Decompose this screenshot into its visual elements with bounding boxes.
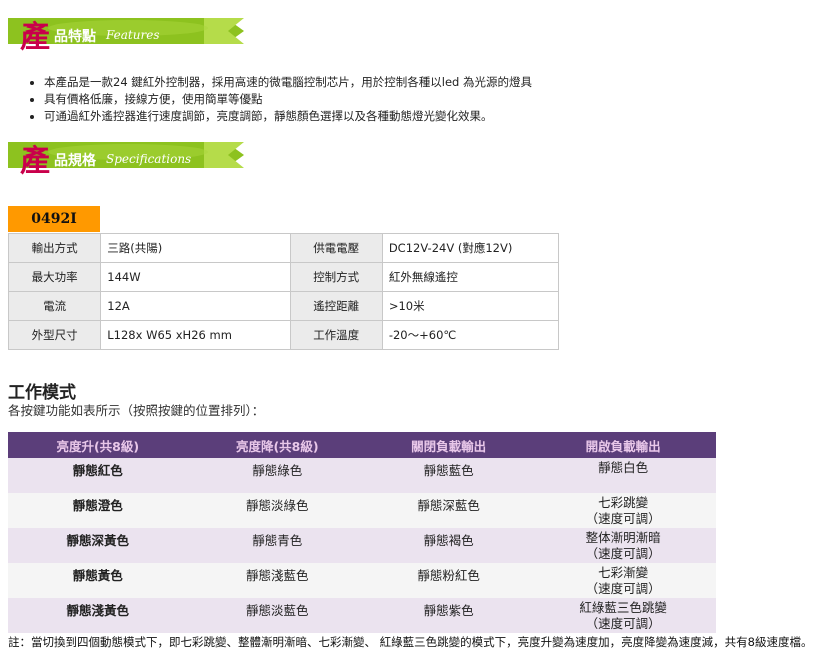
key-table-row: 靜態深黃色 靜態青色 靜態褐色 整体漸明漸暗 （速度可調） bbox=[8, 528, 716, 563]
banner-big-char: 產 bbox=[20, 144, 50, 179]
banner-subtitle-en: Specifications bbox=[106, 152, 192, 166]
spec-key: 輸出方式 bbox=[7, 233, 102, 263]
spec-row: 電流 12A 遙控距離 >10米 bbox=[7, 291, 560, 321]
key-cell-line: 七彩漸變 bbox=[598, 565, 649, 580]
spec-value: -20～+60℃ bbox=[381, 320, 560, 350]
key-cell-line: 整体漸明漸暗 bbox=[585, 530, 661, 545]
key-cell: 靜態深藍色 bbox=[367, 493, 531, 528]
key-cell: 靜態紅色 bbox=[8, 458, 188, 493]
spec-value: 三路(共陽) bbox=[100, 233, 291, 263]
key-cell: 靜態澄色 bbox=[8, 493, 188, 528]
banner-title: 品規格 bbox=[54, 153, 96, 169]
key-cell: 靜態淡綠色 bbox=[187, 493, 367, 528]
banner-big-char: 產 bbox=[20, 20, 50, 55]
key-cell: 靜態青色 bbox=[187, 528, 367, 563]
mode-subtitle: 各按鍵功能如表所示（按照按鍵的位置排列）： bbox=[8, 403, 265, 418]
spec-key: 最大功率 bbox=[7, 262, 102, 292]
spec-value: 12A bbox=[100, 291, 291, 321]
key-table-row: 靜態淺黃色 靜態淡藍色 靜態紫色 紅綠藍三色跳變 （速度可調） bbox=[8, 598, 716, 633]
key-cell: 靜態藍色 bbox=[367, 458, 531, 493]
key-cell: 靜態淡藍色 bbox=[187, 598, 367, 633]
key-cell-note: （速度可調） bbox=[585, 511, 661, 526]
column-header: 開啟負載輸出 bbox=[530, 432, 716, 458]
key-cell-note: （速度可調） bbox=[585, 581, 661, 596]
feature-item: 具有價格低廉，接線方便，使用簡單等優點 bbox=[44, 91, 830, 108]
key-cell-line: 紅綠藍三色跳變 bbox=[579, 600, 667, 615]
key-table-row: 靜態紅色 靜態綠色 靜態藍色 靜態白色 bbox=[8, 458, 716, 493]
key-function-table: 亮度升(共8級) 亮度降(共8級) 關閉負載輸出 開啟負載輸出 靜態紅色 靜態綠… bbox=[8, 432, 716, 633]
key-cell: 七彩跳變 （速度可調） bbox=[530, 493, 716, 528]
key-cell-line: 靜態白色 bbox=[598, 460, 649, 475]
feature-list: 本產品是一款24 鍵紅外控制器，採用高速的微電腦控制芯片，用於控制各種以led … bbox=[26, 74, 830, 125]
banner-title: 品特點 bbox=[54, 29, 96, 45]
spec-value: DC12V-24V (對應12V) bbox=[381, 233, 560, 263]
spec-key: 遙控距離 bbox=[289, 291, 383, 321]
key-table-row: 靜態黃色 靜態淺藍色 靜態粉紅色 七彩漸變 （速度可調） bbox=[8, 563, 716, 598]
key-cell: 靜態綠色 bbox=[187, 458, 367, 493]
key-cell: 七彩漸變 （速度可調） bbox=[530, 563, 716, 598]
key-cell: 紅綠藍三色跳變 （速度可調） bbox=[530, 598, 716, 633]
spec-table: 輸出方式 三路(共陽) 供電電壓 DC12V-24V (對應12V) 最大功率 … bbox=[7, 233, 560, 350]
key-cell: 靜態紫色 bbox=[367, 598, 531, 633]
spec-value: 紅外無線遙控 bbox=[381, 262, 560, 292]
key-cell: 靜態淺藍色 bbox=[187, 563, 367, 598]
key-cell-line: 七彩跳變 bbox=[598, 495, 649, 510]
key-cell: 靜態褐色 bbox=[367, 528, 531, 563]
spec-key: 外型尺寸 bbox=[7, 320, 102, 350]
column-header: 亮度升(共8級) bbox=[8, 432, 188, 458]
specs-banner: 產 品規格 Specifications bbox=[8, 134, 244, 179]
key-cell-note: （速度可調） bbox=[585, 616, 661, 631]
key-cell: 整体漸明漸暗 （速度可調） bbox=[530, 528, 716, 563]
spec-row: 外型尺寸 L128x W65 xH26 mm 工作溫度 -20～+60℃ bbox=[7, 320, 560, 350]
spec-row: 輸出方式 三路(共陽) 供電電壓 DC12V-24V (對應12V) bbox=[7, 233, 560, 263]
spec-key: 電流 bbox=[7, 291, 102, 321]
spec-value: >10米 bbox=[381, 291, 560, 321]
spec-key: 控制方式 bbox=[289, 262, 383, 292]
spec-key: 供電電壓 bbox=[289, 233, 383, 263]
key-table-row: 靜態澄色 靜態淡綠色 靜態深藍色 七彩跳變 （速度可調） bbox=[8, 493, 716, 528]
key-table-header: 亮度升(共8級) 亮度降(共8級) 關閉負載輸出 開啟負載輸出 bbox=[8, 432, 716, 458]
spec-value: L128x W65 xH26 mm bbox=[100, 320, 291, 350]
key-cell: 靜態淺黃色 bbox=[8, 598, 188, 633]
key-cell: 靜態白色 bbox=[530, 458, 716, 493]
banner-subtitle-en: Features bbox=[106, 28, 160, 42]
spec-row: 最大功率 144W 控制方式 紅外無線遙控 bbox=[7, 262, 560, 292]
spec-key: 工作溫度 bbox=[289, 320, 383, 350]
feature-item: 可通過紅外遙控器進行速度調節，亮度調節，靜態顏色選擇以及各種動態燈光變化效果。 bbox=[44, 108, 830, 125]
key-cell-note: （速度可調） bbox=[585, 546, 661, 561]
column-header: 關閉負載輸出 bbox=[367, 432, 531, 458]
feature-item: 本產品是一款24 鍵紅外控制器，採用高速的微電腦控制芯片，用於控制各種以led … bbox=[44, 74, 830, 91]
key-cell: 靜態深黃色 bbox=[8, 528, 188, 563]
key-cell: 靜態粉紅色 bbox=[367, 563, 531, 598]
key-cell: 靜態黃色 bbox=[8, 563, 188, 598]
spec-value: 144W bbox=[100, 262, 291, 292]
column-header: 亮度降(共8級) bbox=[187, 432, 367, 458]
model-number-tag: 0492I bbox=[8, 206, 100, 232]
features-banner: 產 品特點 Features bbox=[8, 10, 244, 55]
footnote: 註：當切換到四個動態模式下，即七彩跳變、整體漸明漸暗、七彩漸變、 紅綠藍三色跳變… bbox=[8, 635, 813, 649]
